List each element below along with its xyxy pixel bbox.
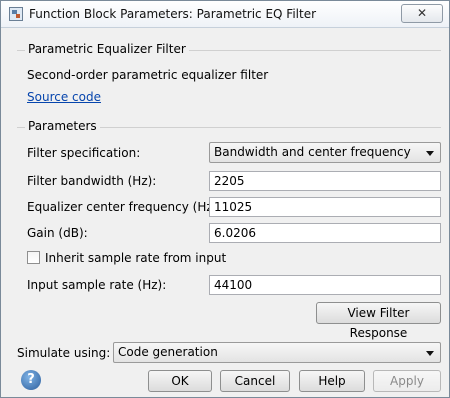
block-parameters-icon [9, 7, 23, 21]
bandwidth-label: Filter bandwidth (Hz): [27, 174, 157, 188]
chevron-down-icon [426, 151, 434, 156]
simulate-using-value: Code generation [118, 345, 218, 359]
sample-rate-field[interactable]: 44100 [209, 275, 441, 295]
view-filter-response-button[interactable]: View Filter Response [316, 302, 441, 340]
sample-rate-label: Input sample rate (Hz): [27, 278, 167, 292]
filter-spec-label: Filter specification: [27, 146, 141, 160]
center-frequency-label: Equalizer center frequency (Hz): [27, 200, 222, 214]
inherit-sample-rate-label: Inherit sample rate from input [45, 251, 227, 265]
block-description-group: Parametric Equalizer Filter [17, 42, 441, 56]
block-group-title: Parametric Equalizer Filter [25, 42, 189, 56]
filter-spec-dropdown[interactable]: Bandwidth and center frequency [209, 142, 441, 163]
dialog-window: Function Block Parameters: Parametric EQ… [0, 0, 450, 398]
help-button[interactable]: Help [299, 370, 365, 392]
gain-label: Gain (dB): [27, 226, 88, 240]
filter-spec-value: Bandwidth and center frequency [214, 145, 411, 159]
source-code-link[interactable]: Source code [27, 90, 101, 104]
close-icon: ✕ [416, 6, 428, 20]
parameters-group: Parameters [17, 119, 441, 133]
center-frequency-field[interactable]: 11025 [209, 197, 441, 217]
block-description: Second-order parametric equalizer filter [27, 68, 269, 82]
help-question-icon[interactable]: ? [21, 370, 41, 390]
cancel-button[interactable]: Cancel [220, 370, 290, 392]
bandwidth-field[interactable]: 2205 [209, 171, 441, 191]
apply-button[interactable]: Apply [373, 370, 441, 392]
ok-button[interactable]: OK [148, 370, 212, 392]
gain-field[interactable]: 6.0206 [209, 223, 441, 243]
inherit-sample-rate-checkbox[interactable] [27, 251, 40, 264]
window-title: Function Block Parameters: Parametric EQ… [29, 7, 317, 21]
close-button[interactable]: ✕ [401, 4, 443, 23]
simulate-using-dropdown[interactable]: Code generation [113, 342, 441, 363]
parameters-group-title: Parameters [25, 119, 100, 133]
title-bar[interactable]: Function Block Parameters: Parametric EQ… [1, 1, 449, 28]
simulate-using-label: Simulate using: [17, 346, 111, 360]
chevron-down-icon [426, 351, 434, 356]
